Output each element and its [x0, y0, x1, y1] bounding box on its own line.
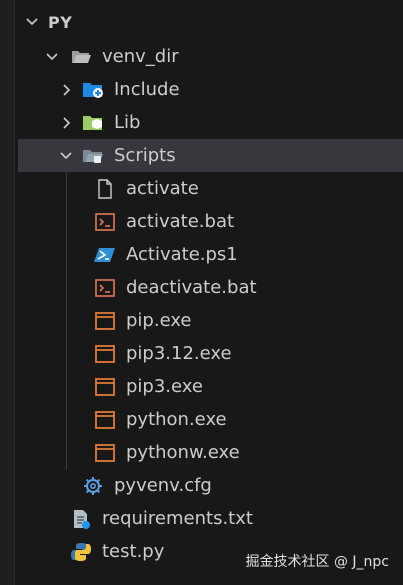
tree-item-python-exe[interactable]: python.exe — [18, 403, 403, 436]
tree-item-lib[interactable]: Lib — [18, 106, 403, 139]
application-icon — [95, 311, 115, 330]
application-icon — [95, 443, 115, 462]
editor-gutter — [0, 0, 15, 585]
folder-lib-icon — [83, 115, 102, 130]
tree-item-include[interactable]: Include — [18, 73, 403, 106]
tree-item-label: pip3.12.exe — [126, 343, 232, 364]
tree-item-label: Scripts — [114, 145, 176, 166]
chevron-down-icon — [46, 52, 58, 60]
tree-item-label: pythonw.exe — [126, 442, 240, 463]
explorer-section-header[interactable]: PY — [18, 8, 403, 36]
text-file-icon — [74, 509, 90, 529]
terminal-icon — [95, 212, 115, 231]
tree-item-pythonw-exe[interactable]: pythonw.exe — [18, 436, 403, 469]
tree-item-label: requirements.txt — [102, 508, 253, 529]
folder-include-icon — [83, 82, 103, 98]
terminal-icon — [95, 278, 115, 297]
tree-item-venv-dir[interactable]: venv_dir — [18, 40, 403, 73]
tree-item-label: Lib — [114, 112, 141, 133]
tree-item-label: venv_dir — [102, 46, 179, 67]
tree-item-label: pip3.exe — [126, 376, 203, 397]
tree-item-label: Activate.ps1 — [126, 244, 238, 265]
tree-item-label: pyvenv.cfg — [114, 475, 212, 496]
chevron-right-icon — [63, 83, 71, 96]
python-icon — [71, 542, 91, 561]
file-icon — [98, 178, 112, 199]
tree-item-activate[interactable]: activate — [18, 172, 403, 205]
tree-item-label: python.exe — [126, 409, 227, 430]
tree-item-label: activate.bat — [126, 211, 235, 232]
application-icon — [95, 344, 115, 363]
watermark-text: 掘金技术社区 @ J_npc — [245, 554, 390, 570]
chevron-right-icon — [63, 116, 71, 129]
powershell-icon — [94, 247, 115, 262]
section-title: PY — [48, 12, 73, 32]
folder-open-icon — [72, 50, 91, 63]
tree-item-label: test.py — [102, 541, 165, 562]
application-icon — [95, 410, 115, 429]
tree-item-activate-bat[interactable]: activate.bat — [18, 205, 403, 238]
tree-item-deactivate-bat[interactable]: deactivate.bat — [18, 271, 403, 304]
chevron-down-icon — [60, 151, 72, 159]
tree-item-pyvenv-cfg[interactable]: pyvenv.cfg — [18, 469, 403, 502]
tree-item-scripts[interactable]: Scripts — [18, 139, 403, 172]
tree-item-pip3-exe[interactable]: pip3.exe — [18, 370, 403, 403]
tree-item-pip-exe[interactable]: pip.exe — [18, 304, 403, 337]
tree-item-requirements-txt[interactable]: requirements.txt — [18, 502, 403, 535]
file-tree: venv_dir Include Lib Scripts activate ac… — [18, 40, 403, 568]
application-icon — [95, 377, 115, 396]
gear-icon — [84, 476, 102, 495]
tree-item-activate-ps1[interactable]: Activate.ps1 — [18, 238, 403, 271]
tree-item-label: Include — [114, 79, 180, 100]
tree-item-label: activate — [126, 178, 199, 199]
chevron-down-icon — [26, 18, 38, 26]
tree-item-label: deactivate.bat — [126, 277, 257, 298]
tree-item-pip312-exe[interactable]: pip3.12.exe — [18, 337, 403, 370]
tree-item-label: pip.exe — [126, 310, 192, 331]
folder-scripts-icon — [83, 149, 103, 163]
